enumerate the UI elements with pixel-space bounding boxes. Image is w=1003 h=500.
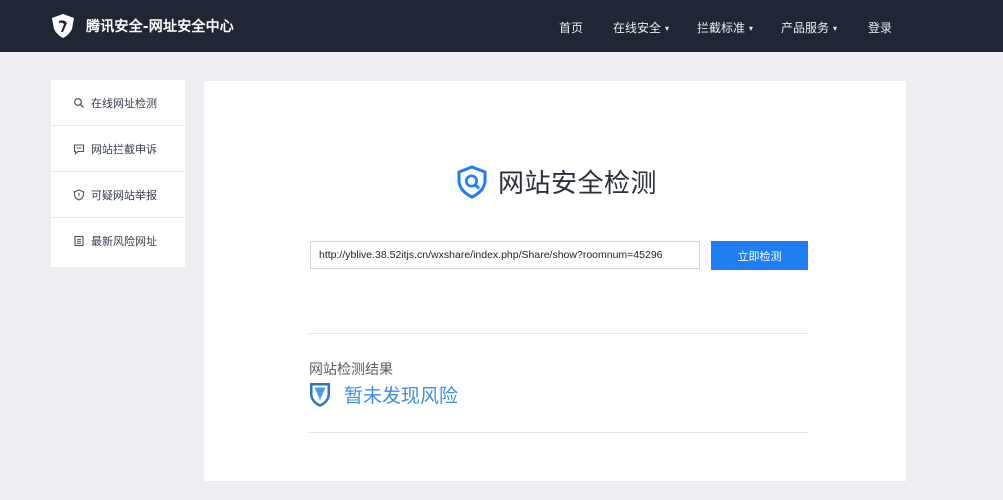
- chevron-down-icon: ▾: [833, 24, 838, 33]
- sidebar-item-latest-risk-urls[interactable]: 最新风险网址: [51, 218, 185, 264]
- nav-item-home[interactable]: 首页: [559, 19, 583, 36]
- divider: [309, 432, 808, 433]
- divider: [309, 333, 808, 334]
- tencent-security-logo-icon: [50, 13, 76, 39]
- nav-item-label: 首页: [559, 21, 584, 35]
- shield-icon: [73, 188, 85, 201]
- search-icon: [73, 97, 85, 109]
- check-now-button[interactable]: 立即检测: [711, 241, 808, 270]
- sidebar: 在线网址检测 网站拦截申诉 可疑网站举报 最新风险网址: [51, 80, 185, 267]
- top-navigation-bar: 腾讯安全-网址安全中心 首页 在线安全 ▾ 拦截标准 ▾ 产品服务 ▾ 登录: [0, 0, 1003, 52]
- chevron-down-icon: ▾: [749, 24, 754, 33]
- sidebar-item-block-appeal[interactable]: 网站拦截申诉: [51, 126, 185, 172]
- result-status: 暂未发现风险: [309, 381, 458, 408]
- nav-item-label: 产品服务: [781, 21, 830, 35]
- nav-item-products[interactable]: 产品服务 ▾: [781, 19, 837, 36]
- result-text: 暂未发现风险: [344, 385, 459, 407]
- nav-item-online-security[interactable]: 在线安全 ▾: [613, 19, 669, 36]
- main-content-card: 网站安全检测 立即检测 网站检测结果 暂未发现风险: [204, 81, 906, 481]
- brand-title: 腾讯安全-网址安全中心: [86, 19, 235, 35]
- sidebar-item-label: 可疑网站举报: [91, 188, 157, 202]
- chevron-down-icon: ▾: [665, 24, 670, 33]
- sidebar-item-url-check[interactable]: 在线网址检测: [51, 80, 185, 126]
- page-heading: 网站安全检测: [454, 163, 657, 200]
- list-icon: [73, 235, 85, 247]
- nav-item-label: 拦截标准: [697, 21, 746, 35]
- nav-item-login[interactable]: 登录: [868, 19, 892, 36]
- sidebar-item-label: 最新风险网址: [91, 235, 157, 248]
- brand[interactable]: 腾讯安全-网址安全中心: [50, 12, 234, 40]
- sidebar-item-label: 网站拦截申诉: [91, 142, 157, 156]
- page-title: 网站安全检测: [498, 169, 658, 199]
- message-icon: [73, 143, 85, 155]
- safe-shield-icon: [309, 382, 331, 408]
- nav-item-label: 在线安全: [613, 21, 662, 35]
- security-scan-icon: [454, 164, 490, 200]
- nav-item-block-standards[interactable]: 拦截标准 ▾: [697, 19, 753, 36]
- sidebar-item-label: 在线网址检测: [91, 96, 157, 110]
- sidebar-item-report-suspicious[interactable]: 可疑网站举报: [51, 172, 185, 218]
- url-input[interactable]: [310, 241, 700, 269]
- result-label: 网站检测结果: [309, 362, 393, 378]
- nav-item-label: 登录: [868, 21, 893, 35]
